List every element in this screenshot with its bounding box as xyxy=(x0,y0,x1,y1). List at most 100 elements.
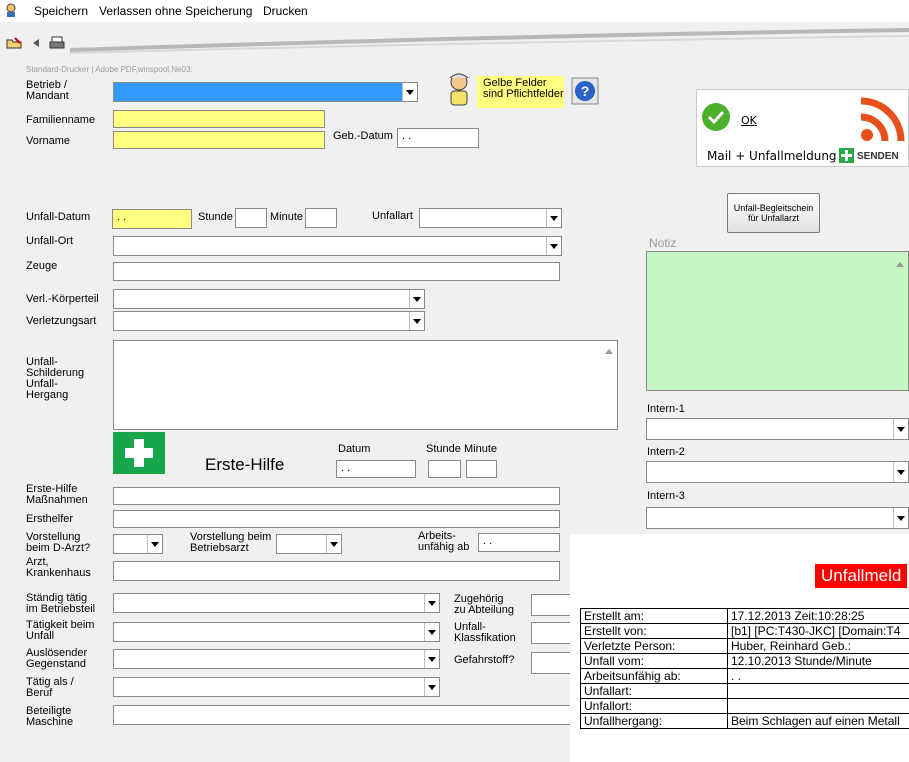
menu-exit-without-save[interactable]: Verlassen ohne Speicherung xyxy=(99,4,252,18)
label-intern-3: Intern-3 xyxy=(647,490,685,502)
label-gefahrstoff: Gefahrstoff? xyxy=(454,654,515,666)
koerperteil-select[interactable] xyxy=(113,289,425,309)
erste-hilfe-heading: Erste-Hilfe xyxy=(205,455,285,474)
printer-icon[interactable] xyxy=(49,36,65,53)
report-label-cell: Arbeitsunfähig ab: xyxy=(580,668,728,684)
label-eh-minute: Minute xyxy=(464,443,498,455)
maschine-input[interactable] xyxy=(113,705,573,725)
report-table: Erstellt am: 17.12.2013 Zeit:10:28:25 Erst… xyxy=(580,608,909,729)
open-edit-icon[interactable] xyxy=(6,37,22,52)
eh-stunde-input[interactable] xyxy=(428,460,461,478)
klassifikation-input[interactable] xyxy=(531,622,571,644)
abteilung-input[interactable] xyxy=(531,594,571,616)
unfallart-select[interactable] xyxy=(419,208,562,228)
label-d-arzt: Vorstellung beim D-Arzt? xyxy=(26,531,91,554)
menu-bar: Speichern Verlassen ohne Speicherung Dru… xyxy=(0,0,909,22)
beruf-select[interactable] xyxy=(113,677,440,697)
report-value-cell xyxy=(727,683,909,699)
send-panel[interactable]: OK Mail + Unfallmeldung SENDEN xyxy=(696,89,909,167)
help-icon[interactable]: ? xyxy=(571,77,599,105)
gefahrstoff-input[interactable] xyxy=(531,652,571,674)
eh-massnahmen-input[interactable] xyxy=(113,487,560,505)
report-label-cell: Erstellt von: xyxy=(580,623,728,639)
taetigkeit-select[interactable] xyxy=(113,622,440,642)
report-row: Erstellt von: [b1] [PC:T430-JKC] [Domain:… xyxy=(580,623,909,639)
begleitschein-button[interactable]: Unfall-Begleitschein für Unfallarzt xyxy=(727,193,820,233)
report-row: Erstellt am: 17.12.2013 Zeit:10:28:25 xyxy=(580,608,909,624)
eh-datum-input[interactable]: . . xyxy=(336,460,416,478)
report-value-cell: Beim Schlagen auf einen Metall xyxy=(727,713,909,729)
ersthelfer-input[interactable] xyxy=(113,510,560,528)
label-gegenstand: Auslösender Gegenstand xyxy=(26,647,88,670)
label-arbeitsunfaehig: Arbeits- unfähig ab xyxy=(418,530,470,553)
label-vorname: Vorname xyxy=(26,135,71,147)
send-ok-label: OK xyxy=(741,114,757,127)
label-taetigkeit: Tätigkeit beim Unfall xyxy=(26,619,95,642)
label-schilderung: Unfall- Schilderung Unfall- Hergang xyxy=(26,356,85,401)
intern-1-select[interactable] xyxy=(646,418,909,440)
label-betrieb: Betrieb / Mandant xyxy=(26,79,69,102)
label-eh-stunde: Stunde xyxy=(426,443,461,455)
report-value-cell: Huber, Reinhard Geb.: xyxy=(727,638,909,654)
betriebsarzt-select[interactable] xyxy=(276,534,342,554)
arbeitsunfaehig-input[interactable]: . . xyxy=(478,533,560,552)
label-eh-datum: Datum xyxy=(338,443,371,455)
notiz-scroll-up-icon[interactable] xyxy=(896,258,904,270)
unfall-ort-select[interactable] xyxy=(113,236,562,256)
label-arzt: Arzt, Krankenhaus xyxy=(26,556,91,579)
send-label: SENDEN xyxy=(857,151,899,162)
gegenstand-select[interactable] xyxy=(113,649,440,669)
zeuge-input[interactable] xyxy=(113,262,560,281)
label-unfallart: Unfallart xyxy=(372,210,413,222)
report-row: Arbeitsunfähig ab: . . xyxy=(580,668,909,684)
label-zeuge: Zeuge xyxy=(26,260,58,272)
report-label-cell: Erstellt am: xyxy=(580,608,728,624)
schilderung-textarea[interactable] xyxy=(113,340,618,430)
betrieb-select[interactable] xyxy=(113,82,418,102)
unfall-datum-input[interactable]: . . xyxy=(112,209,192,229)
label-minute: Minute xyxy=(270,211,304,223)
report-value-cell: 17.12.2013 Zeit:10:28:25 xyxy=(727,608,909,624)
intern-2-select[interactable] xyxy=(646,461,909,483)
verletzungsart-select[interactable] xyxy=(113,311,425,331)
arzt-input[interactable] xyxy=(113,561,560,581)
svg-text:?: ? xyxy=(581,83,590,99)
label-maschine: Beteiligte Maschine xyxy=(26,705,74,728)
scroll-up-icon[interactable] xyxy=(605,345,613,357)
eh-minute-input[interactable] xyxy=(466,460,497,478)
betriebsteil-select[interactable] xyxy=(113,593,440,613)
geb-datum-input[interactable]: . . xyxy=(397,128,479,148)
label-unfall-ort: Unfall-Ort xyxy=(26,235,74,247)
label-unfall-datum: Unfall-Datum xyxy=(26,211,91,223)
label-verletzungsart: Verletzungsart xyxy=(26,315,97,327)
report-row: Unfallort: xyxy=(580,698,909,714)
menu-save[interactable]: Speichern xyxy=(34,4,88,18)
person-icon xyxy=(446,73,472,110)
notiz-textarea[interactable] xyxy=(646,251,909,391)
label-familienname: Familienname xyxy=(26,114,96,126)
send-panel-text: Mail + Unfallmeldung xyxy=(707,149,837,163)
required-fields-note: Gelbe Felder sind Pflichtfelder xyxy=(477,76,564,108)
unfall-minute-input[interactable] xyxy=(305,208,337,228)
first-aid-small-icon xyxy=(839,148,854,166)
back-icon[interactable] xyxy=(31,38,41,51)
first-aid-icon xyxy=(113,432,165,477)
report-row: Unfallart: xyxy=(580,683,909,699)
intern-3-select[interactable] xyxy=(646,507,909,529)
d-arzt-select[interactable] xyxy=(113,534,163,554)
toolbar xyxy=(0,24,909,60)
app-icon xyxy=(4,3,18,17)
label-intern-2: Intern-2 xyxy=(647,446,685,458)
menu-print[interactable]: Drucken xyxy=(263,4,308,18)
vorname-input[interactable] xyxy=(113,131,325,149)
familienname-input[interactable] xyxy=(113,110,325,128)
report-value-cell: . . xyxy=(727,668,909,684)
report-label-cell: Unfallort: xyxy=(580,698,728,714)
report-row: Verletzte Person: Huber, Reinhard Geb.: xyxy=(580,638,909,654)
report-value-cell xyxy=(727,698,909,714)
rss-icon xyxy=(857,95,907,148)
label-koerperteil: Verl.-Körperteil xyxy=(26,293,99,305)
check-icon xyxy=(701,102,731,135)
label-geb-datum: Geb.-Datum xyxy=(333,130,393,142)
unfall-stunde-input[interactable] xyxy=(235,208,267,228)
